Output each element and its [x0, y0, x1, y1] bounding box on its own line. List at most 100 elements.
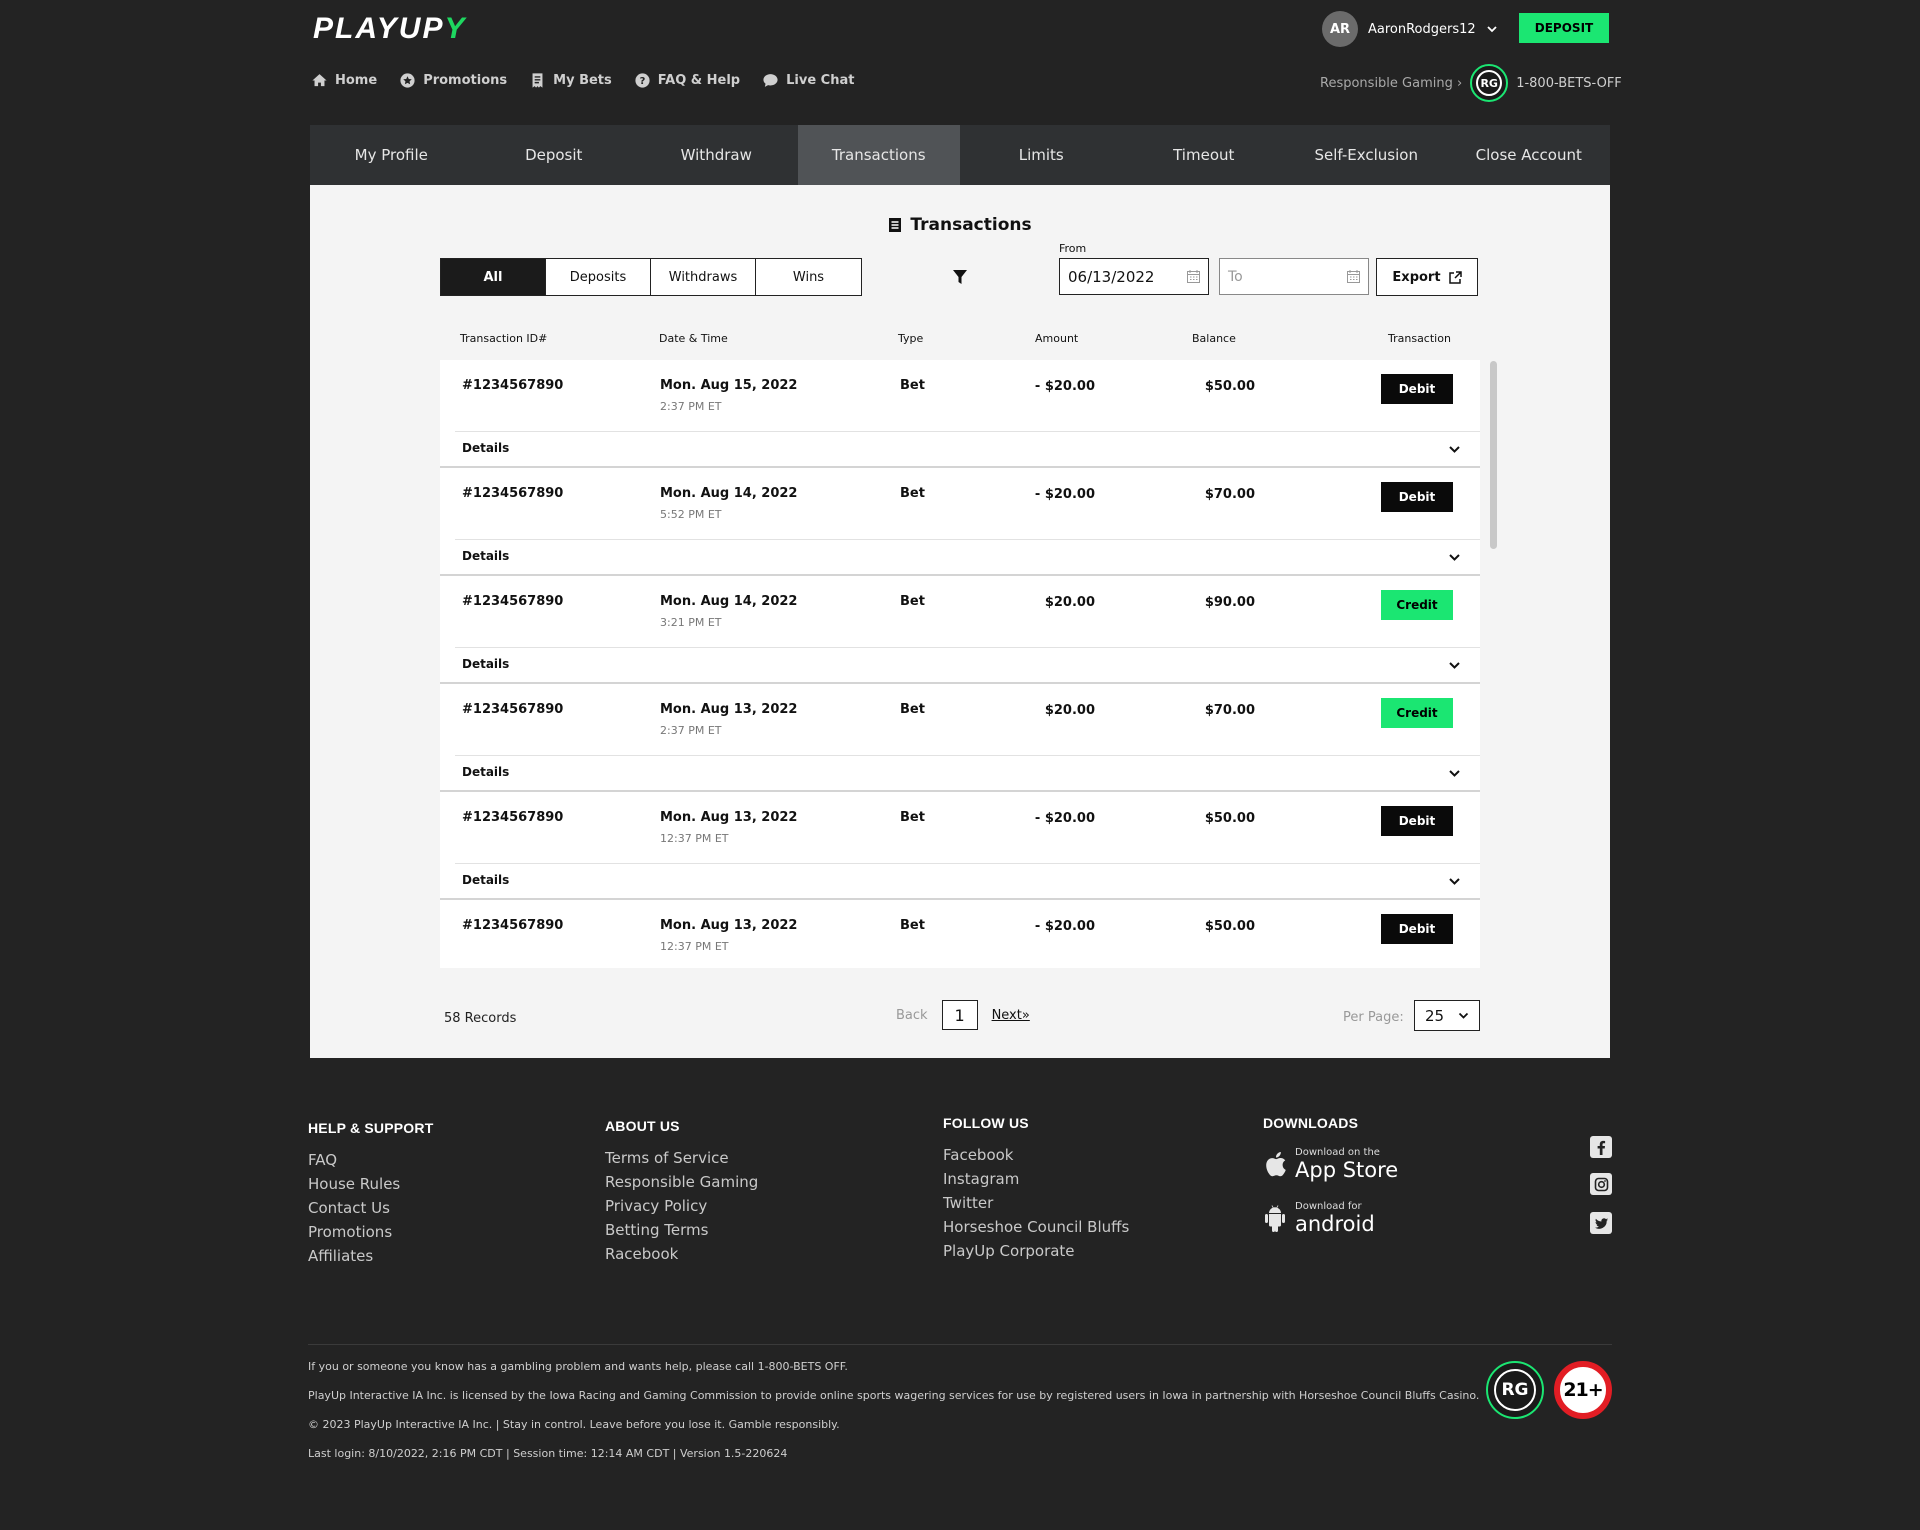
footer-link-promotions[interactable]: Promotions	[308, 1220, 433, 1244]
nav-my-bets-label: My Bets	[553, 73, 612, 88]
transaction-badge: Credit	[1381, 590, 1453, 620]
transaction-type: Bet	[900, 486, 925, 501]
footer-link-contact-us[interactable]: Contact Us	[308, 1196, 433, 1220]
to-date-input[interactable]: To	[1219, 258, 1369, 295]
footer-follow-section: FOLLOW US Facebook Instagram Twitter Hor…	[943, 1115, 1129, 1263]
avatar: AR	[1322, 11, 1358, 47]
rg-badge-icon[interactable]: RG	[1486, 1361, 1544, 1419]
footer-link-terms[interactable]: Terms of Service	[605, 1146, 758, 1170]
nav-my-bets[interactable]: My Bets	[529, 72, 612, 89]
user-menu[interactable]: AR AaronRodgers12	[1322, 11, 1498, 47]
col-date-time: Date & Time	[659, 332, 728, 345]
footer-link-responsible-gaming[interactable]: Responsible Gaming	[605, 1170, 758, 1194]
footer-downloads-section: DOWNLOADS	[1263, 1115, 1358, 1143]
app-store-text: Download on the App Store	[1295, 1147, 1398, 1181]
row-divider	[455, 431, 1480, 432]
footer-link-affiliates[interactable]: Affiliates	[308, 1244, 433, 1268]
row-divider	[455, 863, 1480, 864]
per-page-value: 25	[1425, 1006, 1445, 1025]
pagination: Back 1 Next»	[896, 1000, 1030, 1030]
from-date-input[interactable]: 06/13/2022	[1059, 258, 1209, 295]
transaction-date: Mon. Aug 15, 2022	[660, 378, 798, 393]
app-store-button[interactable]: Download on the App Store	[1263, 1147, 1398, 1181]
transaction-badge: Debit	[1381, 806, 1453, 836]
chevron-down-icon[interactable]	[1448, 443, 1461, 456]
rg-badge-icon[interactable]: RG	[1470, 64, 1509, 102]
filter-all-button[interactable]: All	[441, 259, 546, 295]
playup-logo[interactable]: PLAYUPY	[313, 12, 466, 46]
to-date-placeholder: To	[1228, 268, 1243, 285]
transaction-amount: - $20.00	[1034, 487, 1095, 502]
twitter-icon[interactable]	[1590, 1212, 1612, 1234]
export-button[interactable]: Export	[1376, 258, 1478, 296]
top-nav: Home Promotions My Bets ? FAQ & Help Liv…	[311, 72, 854, 89]
nav-faq-help[interactable]: ? FAQ & Help	[634, 72, 740, 89]
tab-timeout[interactable]: Timeout	[1123, 125, 1286, 185]
details-toggle[interactable]: Details	[462, 765, 509, 779]
tab-close-account[interactable]: Close Account	[1448, 125, 1611, 185]
chevron-down-icon[interactable]	[1448, 659, 1461, 672]
helpline-number: 1-800-BETS-OFF	[1516, 75, 1622, 91]
footer-link-playup-corporate[interactable]: PlayUp Corporate	[943, 1239, 1129, 1263]
details-toggle[interactable]: Details	[462, 441, 509, 455]
filter-deposits-button[interactable]: Deposits	[546, 259, 651, 295]
instagram-icon[interactable]	[1590, 1173, 1612, 1195]
pager-next-link[interactable]: Next»	[992, 1008, 1030, 1023]
legal-session-info: Last login: 8/10/2022, 2:16 PM CDT | Ses…	[308, 1447, 788, 1460]
nav-promotions[interactable]: Promotions	[399, 72, 507, 89]
details-toggle[interactable]: Details	[462, 657, 509, 671]
page-title-text: Transactions	[910, 215, 1032, 235]
tab-deposit[interactable]: Deposit	[473, 125, 636, 185]
transaction-type: Bet	[900, 378, 925, 393]
filter-wins-button[interactable]: Wins	[756, 259, 861, 295]
chevron-down-icon[interactable]	[1448, 875, 1461, 888]
transaction-id: #1234567890	[462, 486, 564, 501]
calendar-icon[interactable]	[1187, 270, 1200, 283]
chevron-down-icon[interactable]	[1448, 767, 1461, 780]
footer-link-privacy[interactable]: Privacy Policy	[605, 1194, 758, 1218]
row-divider	[455, 539, 1480, 540]
page-number-input[interactable]: 1	[941, 1000, 978, 1030]
transaction-date: Mon. Aug 13, 2022	[660, 918, 798, 933]
help-icon: ?	[635, 73, 650, 88]
footer-link-instagram[interactable]: Instagram	[943, 1167, 1129, 1191]
tab-transactions[interactable]: Transactions	[797, 125, 960, 185]
details-toggle[interactable]: Details	[462, 549, 509, 563]
details-toggle[interactable]: Details	[462, 873, 509, 887]
deposit-button[interactable]: DEPOSIT	[1519, 13, 1609, 43]
tab-withdraw[interactable]: Withdraw	[635, 125, 798, 185]
responsible-gaming-link[interactable]: Responsible Gaming ›	[1320, 76, 1462, 91]
footer-link-horseshoe[interactable]: Horseshoe Council Bluffs	[943, 1215, 1129, 1239]
transactions-table[interactable]: #1234567890 Mon. Aug 15, 2022 2:37 PM ET…	[440, 360, 1480, 968]
nav-live-chat[interactable]: Live Chat	[762, 72, 854, 89]
age-21-badge: 21+	[1554, 1361, 1612, 1419]
per-page-select[interactable]: 25	[1414, 1000, 1480, 1031]
chevron-down-icon[interactable]	[1448, 551, 1461, 564]
footer-link-faq[interactable]: FAQ	[308, 1148, 433, 1172]
from-date-label: From	[1059, 242, 1087, 255]
filter-withdraws-button[interactable]: Withdraws	[651, 259, 756, 295]
footer-link-racebook[interactable]: Racebook	[605, 1242, 758, 1266]
transaction-balance: $90.00	[1204, 595, 1255, 610]
footer-link-twitter[interactable]: Twitter	[943, 1191, 1129, 1215]
nav-home[interactable]: Home	[311, 72, 377, 89]
footer-link-house-rules[interactable]: House Rules	[308, 1172, 433, 1196]
table-scrollbar[interactable]	[1490, 361, 1497, 549]
calendar-icon[interactable]	[1347, 270, 1360, 283]
facebook-icon[interactable]	[1590, 1136, 1612, 1158]
tab-my-profile[interactable]: My Profile	[310, 125, 473, 185]
apple-icon	[1266, 1152, 1286, 1177]
svg-text:?: ?	[639, 76, 645, 87]
rg-badge-text: RG	[1494, 1369, 1536, 1411]
footer-link-betting-terms[interactable]: Betting Terms	[605, 1218, 758, 1242]
transaction-balance: $50.00	[1204, 811, 1255, 826]
tab-self-exclusion[interactable]: Self-Exclusion	[1285, 125, 1448, 185]
android-download-button[interactable]: Download for android	[1263, 1201, 1375, 1235]
transaction-time: 2:37 PM ET	[660, 400, 722, 413]
footer-link-facebook[interactable]: Facebook	[943, 1143, 1129, 1167]
transaction-id: #1234567890	[462, 378, 564, 393]
filter-funnel-icon[interactable]	[953, 270, 967, 285]
tab-limits[interactable]: Limits	[960, 125, 1123, 185]
transaction-type: Bet	[900, 594, 925, 609]
pager-back-link[interactable]: Back	[896, 1008, 928, 1023]
